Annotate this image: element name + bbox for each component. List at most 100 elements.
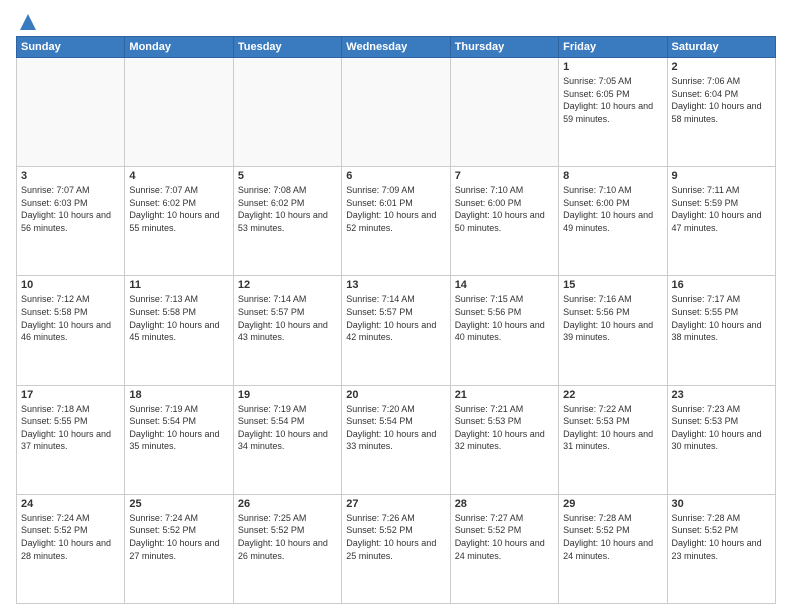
- day-number: 15: [563, 279, 662, 291]
- day-number: 3: [21, 170, 120, 182]
- cell-content: Sunrise: 7:09 AMSunset: 6:01 PMDaylight:…: [346, 184, 445, 234]
- cell-content: Sunrise: 7:28 AMSunset: 5:52 PMDaylight:…: [563, 512, 662, 562]
- day-number: 14: [455, 279, 554, 291]
- day-number: 5: [238, 170, 337, 182]
- day-number: 28: [455, 498, 554, 510]
- cell-content: Sunrise: 7:23 AMSunset: 5:53 PMDaylight:…: [672, 403, 771, 453]
- calendar-cell: [450, 58, 558, 167]
- calendar-cell: 17 Sunrise: 7:18 AMSunset: 5:55 PMDayligh…: [17, 385, 125, 494]
- calendar-cell: 22Sunrise: 7:22 AMSunset: 5:53 PMDayligh…: [559, 385, 667, 494]
- cell-content: Sunrise: 7:10 AMSunset: 6:00 PMDaylight:…: [563, 184, 662, 234]
- day-number: 26: [238, 498, 337, 510]
- day-number: 6: [346, 170, 445, 182]
- cell-content: Sunrise: 7:28 AMSunset: 5:52 PMDaylight:…: [672, 512, 771, 562]
- week-row-1: 3 Sunrise: 7:07 AMSunset: 6:03 PMDaylight…: [17, 167, 776, 276]
- calendar-cell: 18 Sunrise: 7:19 AMSunset: 5:54 PMDayligh…: [125, 385, 233, 494]
- cell-content: Sunrise: 7:20 AMSunset: 5:54 PMDaylight:…: [346, 403, 445, 453]
- day-number: 1: [563, 61, 662, 73]
- week-row-3: 17 Sunrise: 7:18 AMSunset: 5:55 PMDayligh…: [17, 385, 776, 494]
- calendar-cell: 28 Sunrise: 7:27 AMSunset: 5:52 PMDayligh…: [450, 494, 558, 603]
- calendar-cell: 2 Sunrise: 7:06 AMSunset: 6:04 PMDaylight…: [667, 58, 775, 167]
- logo: [16, 12, 38, 28]
- calendar-cell: 4 Sunrise: 7:07 AMSunset: 6:02 PMDaylight…: [125, 167, 233, 276]
- calendar-cell: 16 Sunrise: 7:17 AMSunset: 5:55 PMDayligh…: [667, 276, 775, 385]
- day-number: 2: [672, 61, 771, 73]
- day-number: 24: [21, 498, 120, 510]
- week-row-2: 10Sunrise: 7:12 AMSunset: 5:58 PMDayligh…: [17, 276, 776, 385]
- calendar-cell: 13 Sunrise: 7:14 AMSunset: 5:57 PMDayligh…: [342, 276, 450, 385]
- cell-content: Sunrise: 7:24 AMSunset: 5:52 PMDaylight:…: [129, 512, 228, 562]
- calendar-cell: 14 Sunrise: 7:15 AMSunset: 5:56 PMDayligh…: [450, 276, 558, 385]
- cell-content: Sunrise: 7:08 AMSunset: 6:02 PMDaylight:…: [238, 184, 337, 234]
- header: [16, 12, 776, 28]
- day-number: 13: [346, 279, 445, 291]
- calendar-cell: 15 Sunrise: 7:16 AMSunset: 5:56 PMDayligh…: [559, 276, 667, 385]
- day-number: 10: [21, 279, 120, 291]
- calendar-cell: [342, 58, 450, 167]
- calendar-cell: 25 Sunrise: 7:24 AMSunset: 5:52 PMDayligh…: [125, 494, 233, 603]
- day-number: 20: [346, 389, 445, 401]
- header-saturday: Saturday: [667, 37, 775, 58]
- day-number: 30: [672, 498, 771, 510]
- day-number: 11: [129, 279, 228, 291]
- calendar-header-row: SundayMondayTuesdayWednesdayThursdayFrid…: [17, 37, 776, 58]
- cell-content: Sunrise: 7:05 AMSunset: 6:05 PMDaylight:…: [563, 75, 662, 125]
- day-number: 27: [346, 498, 445, 510]
- cell-content: Sunrise: 7:13 AMSunset: 5:58 PMDaylight:…: [129, 293, 228, 343]
- cell-content: Sunrise: 7:18 AMSunset: 5:55 PMDaylight:…: [21, 403, 120, 453]
- calendar-cell: 11 Sunrise: 7:13 AMSunset: 5:58 PMDayligh…: [125, 276, 233, 385]
- day-number: 8: [563, 170, 662, 182]
- cell-content: Sunrise: 7:11 AMSunset: 5:59 PMDaylight:…: [672, 184, 771, 234]
- cell-content: Sunrise: 7:19 AMSunset: 5:54 PMDaylight:…: [129, 403, 228, 453]
- cell-content: Sunrise: 7:06 AMSunset: 6:04 PMDaylight:…: [672, 75, 771, 125]
- cell-content: Sunrise: 7:07 AMSunset: 6:02 PMDaylight:…: [129, 184, 228, 234]
- day-number: 23: [672, 389, 771, 401]
- day-number: 17: [21, 389, 120, 401]
- cell-content: Sunrise: 7:17 AMSunset: 5:55 PMDaylight:…: [672, 293, 771, 343]
- cell-content: Sunrise: 7:21 AMSunset: 5:53 PMDaylight:…: [455, 403, 554, 453]
- cell-content: Sunrise: 7:15 AMSunset: 5:56 PMDaylight:…: [455, 293, 554, 343]
- calendar-cell: 19Sunrise: 7:19 AMSunset: 5:54 PMDayligh…: [233, 385, 341, 494]
- cell-content: Sunrise: 7:10 AMSunset: 6:00 PMDaylight:…: [455, 184, 554, 234]
- day-number: 7: [455, 170, 554, 182]
- week-row-4: 24 Sunrise: 7:24 AMSunset: 5:52 PMDayligh…: [17, 494, 776, 603]
- cell-content: Sunrise: 7:19 AMSunset: 5:54 PMDaylight:…: [238, 403, 337, 453]
- week-row-0: 1 Sunrise: 7:05 AMSunset: 6:05 PMDaylight…: [17, 58, 776, 167]
- day-number: 16: [672, 279, 771, 291]
- calendar-cell: 12 Sunrise: 7:14 AMSunset: 5:57 PMDayligh…: [233, 276, 341, 385]
- day-number: 25: [129, 498, 228, 510]
- calendar-cell: 3 Sunrise: 7:07 AMSunset: 6:03 PMDaylight…: [17, 167, 125, 276]
- calendar-cell: 1 Sunrise: 7:05 AMSunset: 6:05 PMDaylight…: [559, 58, 667, 167]
- cell-content: Sunrise: 7:14 AMSunset: 5:57 PMDaylight:…: [238, 293, 337, 343]
- calendar-cell: 27 Sunrise: 7:26 AMSunset: 5:52 PMDayligh…: [342, 494, 450, 603]
- calendar-cell: 10Sunrise: 7:12 AMSunset: 5:58 PMDayligh…: [17, 276, 125, 385]
- cell-content: Sunrise: 7:22 AMSunset: 5:53 PMDaylight:…: [563, 403, 662, 453]
- header-wednesday: Wednesday: [342, 37, 450, 58]
- day-number: 4: [129, 170, 228, 182]
- calendar-cell: [125, 58, 233, 167]
- day-number: 18: [129, 389, 228, 401]
- header-friday: Friday: [559, 37, 667, 58]
- calendar-cell: 7 Sunrise: 7:10 AMSunset: 6:00 PMDaylight…: [450, 167, 558, 276]
- header-sunday: Sunday: [17, 37, 125, 58]
- calendar-cell: [17, 58, 125, 167]
- cell-content: Sunrise: 7:24 AMSunset: 5:52 PMDaylight:…: [21, 512, 120, 562]
- cell-content: Sunrise: 7:27 AMSunset: 5:52 PMDaylight:…: [455, 512, 554, 562]
- calendar-cell: [233, 58, 341, 167]
- calendar-cell: 26Sunrise: 7:25 AMSunset: 5:52 PMDayligh…: [233, 494, 341, 603]
- calendar-cell: 24 Sunrise: 7:24 AMSunset: 5:52 PMDayligh…: [17, 494, 125, 603]
- cell-content: Sunrise: 7:26 AMSunset: 5:52 PMDaylight:…: [346, 512, 445, 562]
- calendar-cell: 20 Sunrise: 7:20 AMSunset: 5:54 PMDayligh…: [342, 385, 450, 494]
- logo-icon: [18, 12, 38, 32]
- cell-content: Sunrise: 7:07 AMSunset: 6:03 PMDaylight:…: [21, 184, 120, 234]
- calendar-cell: 23 Sunrise: 7:23 AMSunset: 5:53 PMDayligh…: [667, 385, 775, 494]
- day-number: 9: [672, 170, 771, 182]
- calendar-cell: 8 Sunrise: 7:10 AMSunset: 6:00 PMDaylight…: [559, 167, 667, 276]
- day-number: 12: [238, 279, 337, 291]
- header-thursday: Thursday: [450, 37, 558, 58]
- cell-content: Sunrise: 7:14 AMSunset: 5:57 PMDaylight:…: [346, 293, 445, 343]
- header-tuesday: Tuesday: [233, 37, 341, 58]
- calendar-cell: 6 Sunrise: 7:09 AMSunset: 6:01 PMDaylight…: [342, 167, 450, 276]
- cell-content: Sunrise: 7:16 AMSunset: 5:56 PMDaylight:…: [563, 293, 662, 343]
- calendar-cell: 5 Sunrise: 7:08 AMSunset: 6:02 PMDaylight…: [233, 167, 341, 276]
